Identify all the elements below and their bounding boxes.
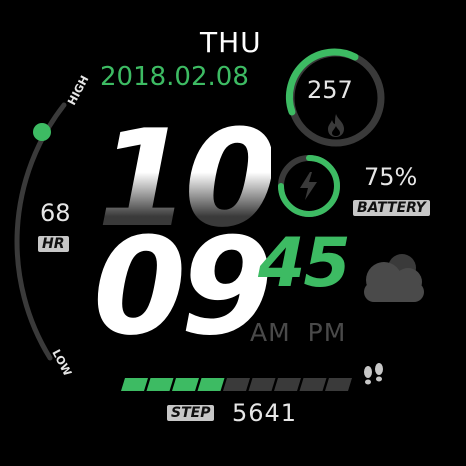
hr-high-label: HIGH <box>65 73 91 107</box>
pm-label: PM <box>307 318 347 347</box>
step-segment <box>325 378 352 391</box>
step-segment <box>197 378 225 391</box>
lightning-icon <box>300 172 317 200</box>
steps-value: 5641 <box>232 399 298 427</box>
hr-low-label: LOW <box>49 347 74 378</box>
step-segment <box>146 378 174 391</box>
steps-label: STEP <box>167 405 215 421</box>
am-pm-indicator: AM PM <box>250 318 346 347</box>
battery-value: 75% <box>364 163 418 191</box>
date: 2018.02.08 <box>100 62 249 92</box>
watch-face: HIGH LOW THU 2018.02.08 257 75% BATTERY … <box>0 0 466 466</box>
calories-value: 257 <box>307 76 353 104</box>
hr-arc-track <box>14 102 67 361</box>
am-label: AM <box>250 318 291 347</box>
step-segment <box>274 378 301 391</box>
cloud-icon <box>364 254 424 302</box>
step-segment <box>248 378 276 391</box>
battery-label: BATTERY <box>353 200 430 216</box>
heart-rate-value: 68 <box>40 199 71 227</box>
step-segment <box>223 378 250 391</box>
weekday: THU <box>200 26 262 59</box>
footprints-icon <box>364 363 383 385</box>
flame-icon <box>328 114 344 137</box>
step-progress-bar <box>121 378 352 391</box>
step-segment <box>172 378 199 391</box>
time-minute: 09 <box>93 209 274 365</box>
step-segment <box>299 378 327 391</box>
hr-level-dot <box>33 123 51 141</box>
heart-rate-label: HR <box>38 236 69 252</box>
step-segment <box>121 378 148 391</box>
time-second: 45 <box>258 224 351 303</box>
